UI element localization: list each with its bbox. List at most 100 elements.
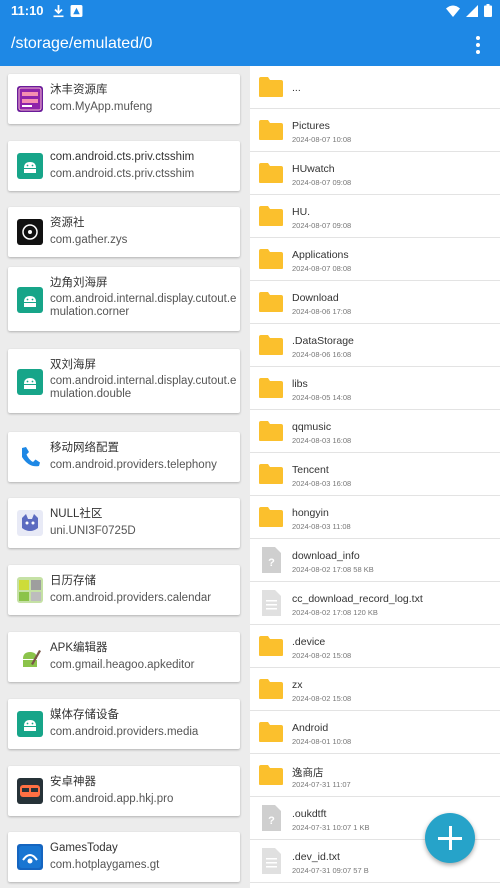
file-row[interactable]: zx 2024-08-02 15:08 (250, 668, 500, 711)
file-meta: 2024-08-05 14:08 (292, 393, 352, 402)
app-card[interactable]: 双刘海屏 com.android.internal.display.cutout… (8, 349, 240, 413)
calendar-storage-icon (17, 577, 43, 603)
file-name: Pictures (292, 120, 330, 132)
file-row[interactable]: cc_download_record_log.txt 2024-08-02 17… (250, 582, 500, 625)
file-row[interactable]: .device 2024-08-02 15:08 (250, 625, 500, 668)
text-file-icon (262, 848, 281, 874)
file-meta: 2024-08-06 17:08 (292, 307, 352, 316)
file-row[interactable]: 逸商店 2024-07-31 11:07 (250, 754, 500, 797)
folder-icon (259, 636, 283, 656)
file-row[interactable]: .DataStorage 2024-08-06 16:08 (250, 324, 500, 367)
file-meta: 2024-08-01 10:08 (292, 737, 352, 746)
more-options-button[interactable] (466, 32, 490, 58)
app-package: com.android.app.hkj.pro (50, 793, 174, 805)
app-list: 沐丰资源库 com.MyApp.mufeng com.android.cts.p… (0, 66, 248, 888)
file-name: Tencent (292, 464, 329, 476)
app-package: com.android.internal.display.cutout.emul… (50, 375, 237, 400)
app-card[interactable]: 安卓神器 com.android.app.hkj.pro (8, 766, 240, 816)
file-name: .dev_id.txt (292, 851, 340, 863)
file-row[interactable]: Tencent 2024-08-03 16:08 (250, 453, 500, 496)
status-time: 11:10 (11, 3, 44, 18)
status-bar: 11:10 (0, 0, 500, 24)
app-texts: 资源社 com.gather.zys (50, 217, 238, 247)
file-row[interactable]: Android 2024-08-01 10:08 (250, 711, 500, 754)
app-package: com.gmail.heagoo.apkeditor (50, 659, 195, 671)
file-row[interactable]: Pictures 2024-08-07 10:08 (250, 109, 500, 152)
file-row[interactable]: libs 2024-08-05 14:08 (250, 367, 500, 410)
app-package: com.gather.zys (50, 234, 128, 246)
app-card[interactable]: 边角刘海屏 com.android.internal.display.cutou… (8, 267, 240, 331)
unknown-file-icon: ? (262, 547, 281, 573)
folder-icon (259, 206, 283, 226)
unknown-file-icon: ? (262, 805, 281, 831)
app-card[interactable]: 移动网络配置 com.android.providers.telephony (8, 432, 240, 482)
app-name: 沐丰资源库 (50, 84, 108, 96)
file-meta: 2024-08-07 09:08 (292, 221, 352, 230)
app-texts: NULL社区 uni.UNI3F0725D (50, 508, 238, 538)
folder-icon (259, 120, 283, 140)
app-card[interactable]: 沐丰资源库 com.MyApp.mufeng (8, 74, 240, 124)
folder-icon (259, 464, 283, 484)
wifi-icon (446, 5, 460, 17)
app-name: 日历存储 (50, 575, 96, 587)
app-card[interactable]: APK编辑器 com.gmail.heagoo.apkeditor (8, 632, 240, 682)
android-icon (17, 711, 43, 737)
signal-icon (466, 4, 478, 17)
app-package: uni.UNI3F0725D (50, 525, 136, 537)
file-meta: 2024-07-31 09:07 57 B (292, 866, 369, 875)
mufeng-app-icon (17, 86, 43, 112)
app-card[interactable]: com.android.cts.priv.ctsshim com.android… (8, 141, 240, 191)
file-meta: 2024-07-31 11:07 (292, 780, 351, 789)
android-icon (17, 153, 43, 179)
file-row[interactable]: qqmusic 2024-08-03 16:08 (250, 410, 500, 453)
app-package: com.hotplaygames.gt (50, 859, 160, 871)
download-icon (53, 5, 64, 18)
folder-icon (259, 163, 283, 183)
file-meta: 2024-08-02 15:08 (292, 694, 352, 703)
apk-editor-icon (17, 644, 43, 670)
battery-icon (484, 4, 492, 17)
folder-icon (259, 292, 283, 312)
app-card[interactable]: GamesToday com.hotplaygames.gt (8, 832, 240, 882)
folder-icon (259, 722, 283, 742)
file-name: ... (292, 82, 301, 94)
file-meta: 2024-08-07 09:08 (292, 178, 352, 187)
app-card[interactable]: 资源社 com.gather.zys (8, 207, 240, 257)
app-name: 移动网络配置 (50, 442, 119, 454)
app-name: 边角刘海屏 (50, 277, 108, 289)
add-fab-button[interactable] (425, 813, 475, 863)
file-row[interactable]: Applications 2024-08-07 08:08 (250, 238, 500, 281)
app-name: com.android.cts.priv.ctsshim (50, 151, 195, 163)
app-card[interactable]: 日历存储 com.android.providers.calendar (8, 565, 240, 615)
app-package: com.android.cts.priv.ctsshim (50, 168, 195, 180)
app-package: com.android.providers.media (50, 726, 199, 738)
file-meta: 2024-08-03 16:08 (292, 479, 352, 488)
app-texts: GamesToday com.hotplaygames.gt (50, 842, 238, 872)
app-name: NULL社区 (50, 508, 103, 520)
parent-directory-row[interactable]: ... (250, 66, 500, 109)
app-card[interactable]: 媒体存储设备 com.android.providers.media (8, 699, 240, 749)
file-name: HUwatch (292, 163, 335, 175)
folder-icon (259, 421, 283, 441)
file-meta: 2024-08-02 17:08 120 KB (292, 608, 378, 617)
file-name: .DataStorage (292, 335, 354, 347)
file-name: cc_download_record_log.txt (292, 593, 423, 605)
gamestoday-icon (17, 844, 43, 870)
file-row[interactable]: hongyin 2024-08-03 11:08 (250, 496, 500, 539)
app-package: com.android.providers.telephony (50, 459, 217, 471)
file-meta: 2024-08-06 16:08 (292, 350, 352, 359)
folder-icon (259, 378, 283, 398)
file-row[interactable]: HU. 2024-08-07 09:08 (250, 195, 500, 238)
file-name: Applications (292, 249, 349, 261)
file-row[interactable]: Download 2024-08-06 17:08 (250, 281, 500, 324)
file-row[interactable]: HUwatch 2024-08-07 09:08 (250, 152, 500, 195)
app-name: GamesToday (50, 842, 118, 854)
file-name: libs (292, 378, 308, 390)
file-row[interactable]: ? download_info 2024-08-02 17:08 58 KB (250, 539, 500, 582)
app-texts: APK编辑器 com.gmail.heagoo.apkeditor (50, 642, 238, 672)
file-name: 逸商店 (292, 767, 324, 779)
app-texts: 媒体存储设备 com.android.providers.media (50, 709, 238, 739)
file-name: download_info (292, 550, 360, 562)
folder-icon (259, 507, 283, 527)
app-card[interactable]: NULL社区 uni.UNI3F0725D (8, 498, 240, 548)
